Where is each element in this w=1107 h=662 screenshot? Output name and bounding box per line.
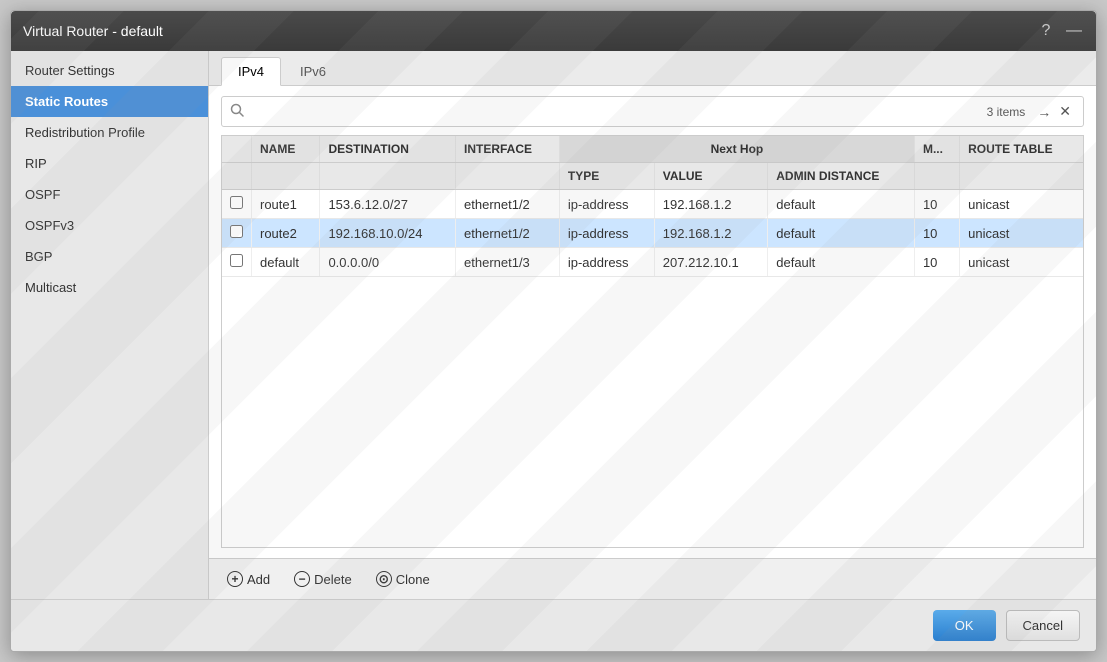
row-checkbox[interactable] [222,190,252,219]
col-dest-sub [320,163,456,190]
dialog-body: Router SettingsStatic RoutesRedistributi… [11,51,1096,599]
sidebar-item-static-routes[interactable]: Static Routes [11,86,208,117]
delete-button[interactable]: − Delete [288,567,358,591]
row-interface: ethernet1/2 [456,190,560,219]
col-type-header: TYPE [559,163,654,190]
row-name: route2 [252,219,320,248]
sidebar-item-rip[interactable]: RIP [11,148,208,179]
search-count: 3 items [987,105,1026,119]
search-clear-button[interactable]: ✕ [1055,101,1075,122]
row-destination: 192.168.10.0/24 [320,219,456,248]
title-bar: Virtual Router - default ? — [11,11,1096,51]
col-m-sub [914,163,959,190]
row-name: route1 [252,190,320,219]
add-icon: + [227,571,243,587]
routes-table-wrap: NAME DESTINATION INTERFACE Next Hop M...… [221,135,1084,548]
row-type: ip-address [559,190,654,219]
col-next-hop-header: Next Hop [559,136,914,163]
tab-ipv4[interactable]: IPv4 [221,57,281,86]
col-admin-header: ADMIN DISTANCE [768,163,915,190]
row-admin-distance: default [768,219,915,248]
col-iface-sub [456,163,560,190]
search-next-button[interactable]: → [1033,102,1055,122]
table-row[interactable]: route2 192.168.10.0/24 ethernet1/2 ip-ad… [222,219,1083,248]
sidebar: Router SettingsStatic RoutesRedistributi… [11,51,209,599]
row-m: 10 [914,248,959,277]
minimize-icon[interactable]: — [1064,21,1084,41]
add-button[interactable]: + Add [221,567,276,591]
main-content: IPv4IPv6 3 items → ✕ [209,51,1096,599]
col-route-table-header: ROUTE TABLE [960,136,1083,163]
sidebar-item-multicast[interactable]: Multicast [11,272,208,303]
help-icon[interactable]: ? [1036,21,1056,41]
sidebar-item-redistribution-profile[interactable]: Redistribution Profile [11,117,208,148]
sidebar-item-bgp[interactable]: BGP [11,241,208,272]
row-type: ip-address [559,219,654,248]
col-m-header: M... [914,136,959,163]
col-destination-header: DESTINATION [320,136,456,163]
bottom-toolbar: + Add − Delete ⊙ Clone [209,558,1096,599]
table-row[interactable]: route1 153.6.12.0/27 ethernet1/2 ip-addr… [222,190,1083,219]
row-value: 192.168.1.2 [654,190,767,219]
row-destination: 0.0.0.0/0 [320,248,456,277]
tabs: IPv4IPv6 [209,51,1096,86]
tab-ipv6[interactable]: IPv6 [283,57,343,85]
col-rt-sub [960,163,1083,190]
row-checkbox[interactable] [222,248,252,277]
row-destination: 153.6.12.0/27 [320,190,456,219]
row-interface: ethernet1/3 [456,248,560,277]
search-icon [230,103,244,120]
routes-tbody: route1 153.6.12.0/27 ethernet1/2 ip-addr… [222,190,1083,277]
row-name: default [252,248,320,277]
add-label: Add [247,572,270,587]
routes-table: NAME DESTINATION INTERFACE Next Hop M...… [222,136,1083,277]
row-route-table: unicast [960,248,1083,277]
row-interface: ethernet1/2 [456,219,560,248]
search-bar: 3 items → ✕ [221,96,1084,127]
row-value: 192.168.1.2 [654,219,767,248]
col-name-sub [252,163,320,190]
row-value: 207.212.10.1 [654,248,767,277]
dialog-title: Virtual Router - default [23,23,163,39]
sidebar-item-ospfv3[interactable]: OSPFv3 [11,210,208,241]
col-interface-header: INTERFACE [456,136,560,163]
sidebar-item-router-settings[interactable]: Router Settings [11,55,208,86]
col-checkbox [222,136,252,163]
title-bar-icons: ? — [1036,21,1084,41]
row-route-table: unicast [960,190,1083,219]
row-route-table: unicast [960,219,1083,248]
row-checkbox[interactable] [222,219,252,248]
sidebar-item-ospf[interactable]: OSPF [11,179,208,210]
col-name-header: NAME [252,136,320,163]
table-row[interactable]: default 0.0.0.0/0 ethernet1/3 ip-address… [222,248,1083,277]
content-area: 3 items → ✕ NAME DESTINATION INTERFACE [209,86,1096,558]
row-admin-distance: default [768,190,915,219]
row-m: 10 [914,219,959,248]
delete-label: Delete [314,572,352,587]
clone-button[interactable]: ⊙ Clone [370,567,436,591]
cancel-button[interactable]: Cancel [1006,610,1080,641]
ok-button[interactable]: OK [933,610,996,641]
row-admin-distance: default [768,248,915,277]
clone-icon: ⊙ [376,571,392,587]
row-m: 10 [914,190,959,219]
delete-icon: − [294,571,310,587]
clone-label: Clone [396,572,430,587]
virtual-router-dialog: Virtual Router - default ? — Router Sett… [10,10,1097,652]
col-value-header: VALUE [654,163,767,190]
row-type: ip-address [559,248,654,277]
col-checkbox2 [222,163,252,190]
dialog-footer: OK Cancel [11,599,1096,651]
search-input[interactable] [250,104,987,119]
